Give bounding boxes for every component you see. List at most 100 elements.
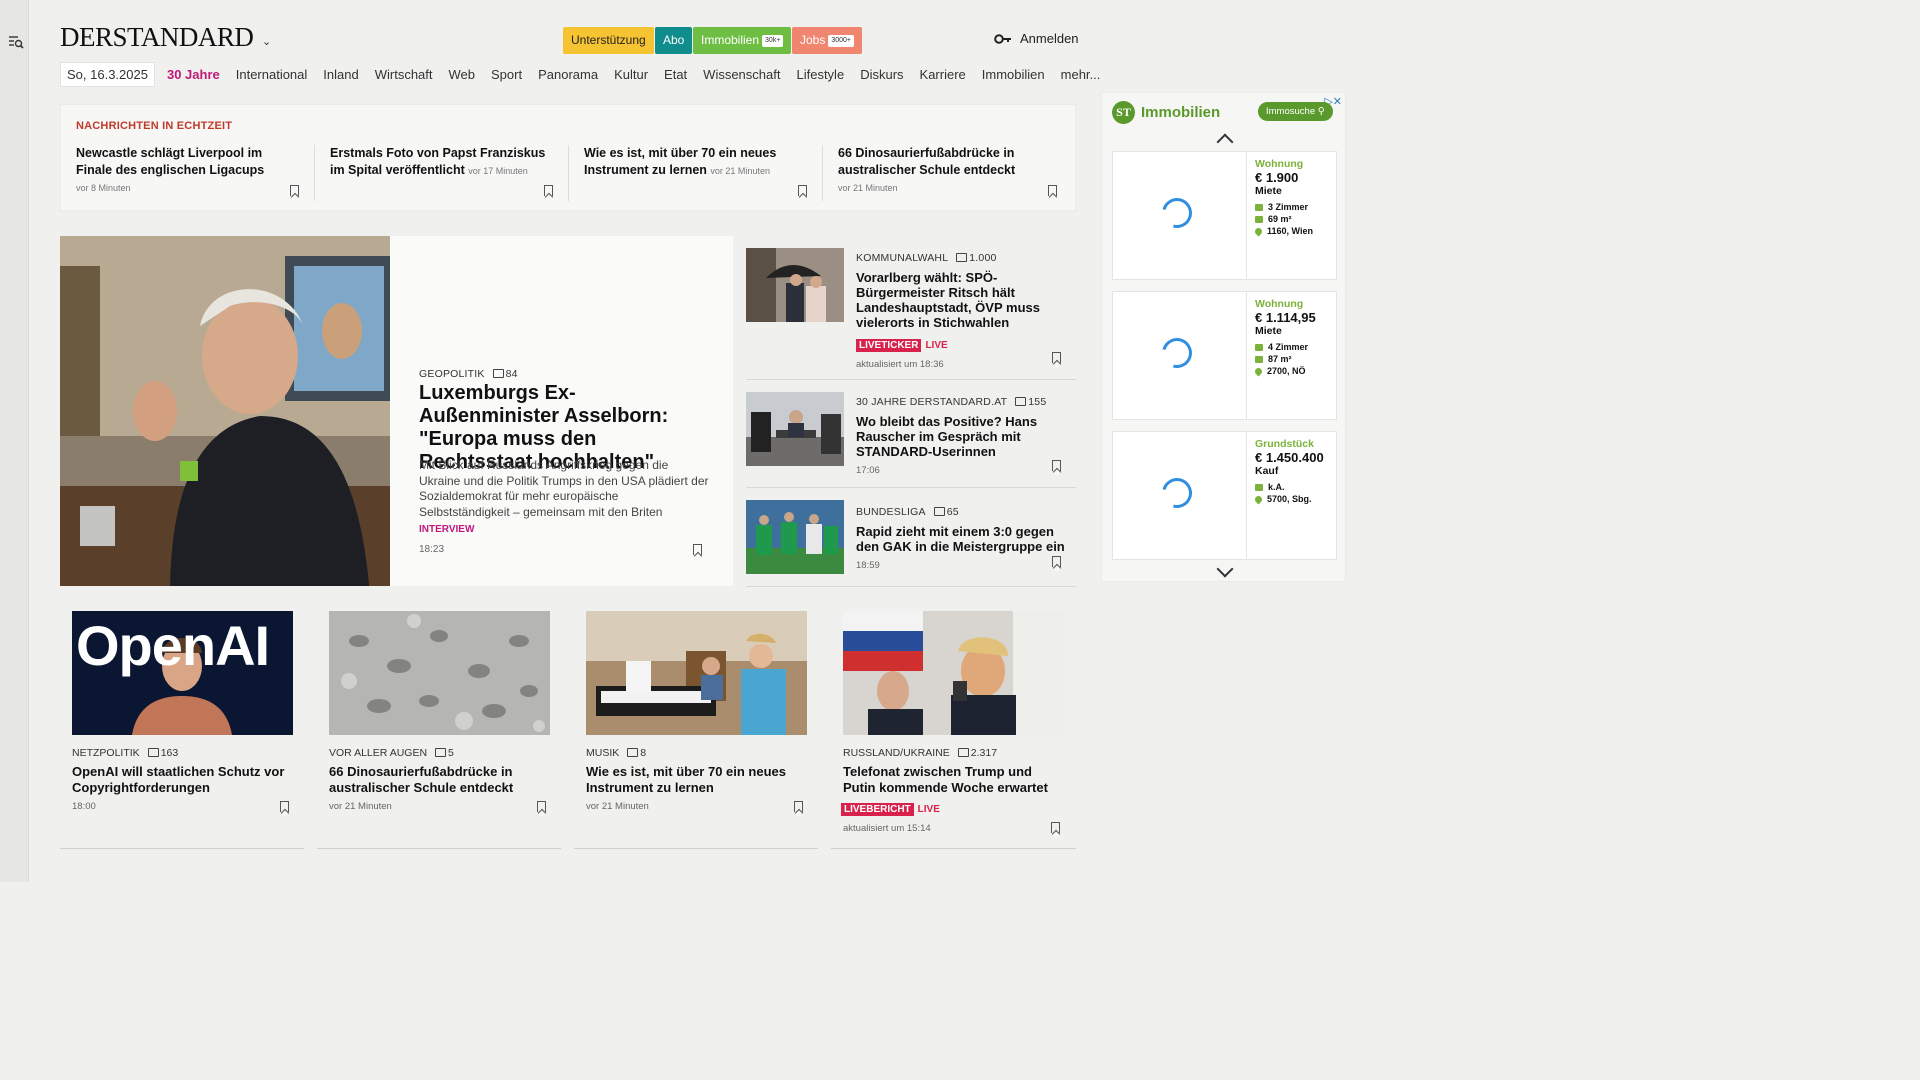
side-comment-count: 65 bbox=[946, 506, 959, 518]
main-nav: So, 16.3.2025 30 Jahre International Inl… bbox=[60, 62, 1116, 87]
ad-listing[interactable]: Wohnung € 1.900 Miete 3 Zimmer 69 m² 116… bbox=[1112, 151, 1337, 280]
card-kicker: VOR ALLER AUGEN bbox=[329, 747, 428, 759]
lead-image[interactable] bbox=[60, 236, 390, 586]
ad-search-label: Immosuche bbox=[1266, 106, 1316, 117]
bookmark-icon[interactable] bbox=[1052, 460, 1061, 471]
nav-item-inland[interactable]: Inland bbox=[323, 67, 358, 82]
loading-spinner-icon bbox=[1156, 192, 1198, 234]
card-headline[interactable]: 66 Dinosaurierfußabdrücke in australisch… bbox=[329, 764, 550, 795]
comment-icon[interactable] bbox=[627, 748, 639, 757]
nav-item-panorama[interactable]: Panorama bbox=[538, 67, 598, 82]
ticker-time: vor 21 Minuten bbox=[710, 166, 770, 176]
location-pin-icon bbox=[1253, 226, 1264, 236]
bookmark-icon[interactable] bbox=[544, 185, 553, 196]
side-kicker: 30 JAHRE DERSTANDARD.AT bbox=[856, 396, 1008, 408]
loading-spinner-icon bbox=[1156, 472, 1198, 514]
real-estate-ad[interactable]: ▷✕ ST Immobilien Immosuche ⚲ Wohnung € 1… bbox=[1101, 92, 1346, 582]
chevron-down-icon[interactable] bbox=[1216, 560, 1234, 578]
ticker-item[interactable]: 66 Dinosaurierfußabdrücke in australisch… bbox=[838, 145, 1058, 197]
comment-icon[interactable] bbox=[957, 748, 969, 757]
lead-comment-count: 84 bbox=[505, 368, 518, 380]
live-ticker: NACHRICHTEN IN ECHTZEIT Newcastle schläg… bbox=[60, 104, 1076, 211]
nav-item-diskurs[interactable]: Diskurs bbox=[860, 67, 903, 82]
comment-icon[interactable] bbox=[147, 748, 159, 757]
ad-brand[interactable]: ST Immobilien bbox=[1112, 101, 1220, 124]
nav-item-wissenschaft[interactable]: Wissenschaft bbox=[703, 67, 780, 82]
nav-item-web[interactable]: Web bbox=[449, 67, 476, 82]
article-card[interactable]: VOR ALLER AUGEN 5 66 Dinosaurierfußabdrüc… bbox=[329, 611, 550, 812]
nav-item-wirtschaft[interactable]: Wirtschaft bbox=[375, 67, 433, 82]
menu-search-icon[interactable] bbox=[8, 34, 24, 50]
bookmark-icon[interactable] bbox=[693, 544, 702, 555]
comment-icon[interactable] bbox=[435, 748, 447, 757]
article-image[interactable] bbox=[746, 500, 844, 574]
site-logo[interactable]: DERSTANDARD bbox=[60, 22, 254, 53]
side-kicker: BUNDESLIGA bbox=[856, 506, 926, 518]
login-button[interactable]: Anmelden bbox=[994, 31, 1079, 46]
bookmark-icon[interactable] bbox=[1051, 822, 1060, 833]
side-headline[interactable]: Wo bleibt das Positive? Hans Rauscher im… bbox=[856, 414, 1066, 459]
bookmark-icon[interactable] bbox=[280, 801, 289, 812]
listing-image bbox=[1113, 292, 1247, 419]
chevron-down-icon[interactable]: ⌄ bbox=[262, 35, 271, 48]
article-image[interactable] bbox=[746, 248, 844, 322]
comment-icon[interactable] bbox=[492, 369, 504, 378]
ad-search-button[interactable]: Immosuche ⚲ bbox=[1258, 102, 1333, 121]
support-button[interactable]: Unterstützung bbox=[563, 27, 654, 54]
nav-item-immobilien[interactable]: Immobilien bbox=[982, 67, 1045, 82]
article-card[interactable]: RUSSLAND/UKRAINE 2.317 Telefonat zwischen… bbox=[841, 611, 1064, 834]
nav-item-30-jahre[interactable]: 30 Jahre bbox=[167, 67, 220, 82]
side-headline[interactable]: Rapid zieht mit einem 3:0 gegen den GAK … bbox=[856, 524, 1066, 554]
bookmark-icon[interactable] bbox=[1048, 185, 1057, 196]
listing-image bbox=[1113, 152, 1247, 279]
nav-item-etat[interactable]: Etat bbox=[664, 67, 687, 82]
side-article[interactable]: 30 JAHRE DERSTANDARD.AT 155 Wo bleibt das… bbox=[746, 380, 1076, 488]
nav-item-kultur[interactable]: Kultur bbox=[614, 67, 648, 82]
bookmark-icon[interactable] bbox=[290, 185, 299, 196]
listing-type: Miete bbox=[1255, 185, 1282, 197]
location-pin-icon bbox=[1253, 366, 1264, 376]
comment-icon[interactable] bbox=[1015, 397, 1027, 406]
comment-icon[interactable] bbox=[956, 253, 968, 262]
bookmark-icon[interactable] bbox=[798, 185, 807, 196]
bookmark-icon[interactable] bbox=[1052, 556, 1061, 567]
article-card[interactable]: MUSIK 8 Wie es ist, mit über 70 ein neues… bbox=[586, 611, 807, 812]
ad-listing[interactable]: Grundstück € 1.450.400 Kauf k.A. 5700, S… bbox=[1112, 431, 1337, 560]
jobs-button[interactable]: Jobs 3000+ bbox=[792, 27, 863, 54]
article-card[interactable]: OpenAI NETZPOLITIK 163 OpenAI will staatl… bbox=[72, 611, 293, 812]
listing-category: Wohnung bbox=[1255, 158, 1304, 170]
bookmark-icon[interactable] bbox=[537, 801, 546, 812]
bookmark-icon[interactable] bbox=[1052, 352, 1061, 363]
article-image[interactable] bbox=[843, 611, 1064, 735]
card-headline[interactable]: Telefonat zwischen Trump und Putin komme… bbox=[843, 764, 1064, 795]
listing-type: Kauf bbox=[1255, 465, 1279, 477]
card-headline[interactable]: Wie es ist, mit über 70 ein neues Instru… bbox=[586, 764, 807, 795]
lead-article[interactable]: GEOPOLITIK 84 Luxemburgs Ex-Außenminister… bbox=[60, 236, 733, 586]
ticker-item[interactable]: Erstmals Foto von Papst Franziskus im Sp… bbox=[330, 145, 550, 180]
nav-item-international[interactable]: International bbox=[236, 67, 308, 82]
bookmark-icon[interactable] bbox=[794, 801, 803, 812]
nav-item-sport[interactable]: Sport bbox=[491, 67, 522, 82]
card-headline[interactable]: OpenAI will staatlichen Schutz vor Copyr… bbox=[72, 764, 293, 795]
comment-icon[interactable] bbox=[933, 507, 945, 516]
article-image[interactable] bbox=[329, 611, 550, 735]
listing-location: 2700, NÖ bbox=[1267, 366, 1306, 376]
chevron-up-icon[interactable] bbox=[1216, 133, 1234, 151]
ticker-item[interactable]: Wie es ist, mit über 70 ein neues Instru… bbox=[584, 145, 804, 180]
nav-item-lifestyle[interactable]: Lifestyle bbox=[796, 67, 844, 82]
listing-type: Miete bbox=[1255, 325, 1282, 337]
abo-button[interactable]: Abo bbox=[655, 27, 693, 54]
card-kicker: MUSIK bbox=[586, 747, 620, 759]
immobilien-button[interactable]: Immobilien 30k+ bbox=[693, 27, 792, 54]
side-headline[interactable]: Vorarlberg wählt: SPÖ-Bürgermeister Rits… bbox=[856, 270, 1066, 330]
article-image[interactable] bbox=[586, 611, 807, 735]
article-image[interactable]: OpenAI bbox=[72, 611, 293, 735]
side-article[interactable]: KOMMUNALWAHL 1.000 Vorarlberg wählt: SPÖ-… bbox=[746, 236, 1076, 380]
side-article[interactable]: BUNDESLIGA 65 Rapid zieht mit einem 3:0 g… bbox=[746, 488, 1076, 587]
ticker-item[interactable]: Newcastle schlägt Liverpool im Finale de… bbox=[76, 145, 296, 197]
article-image[interactable] bbox=[746, 392, 844, 466]
ad-listing[interactable]: Wohnung € 1.114,95 Miete 4 Zimmer 87 m² … bbox=[1112, 291, 1337, 420]
liveticker-badge: LIVETICKER bbox=[856, 339, 922, 352]
nav-item-more[interactable]: mehr... bbox=[1061, 67, 1101, 82]
nav-item-karriere[interactable]: Karriere bbox=[920, 67, 966, 82]
